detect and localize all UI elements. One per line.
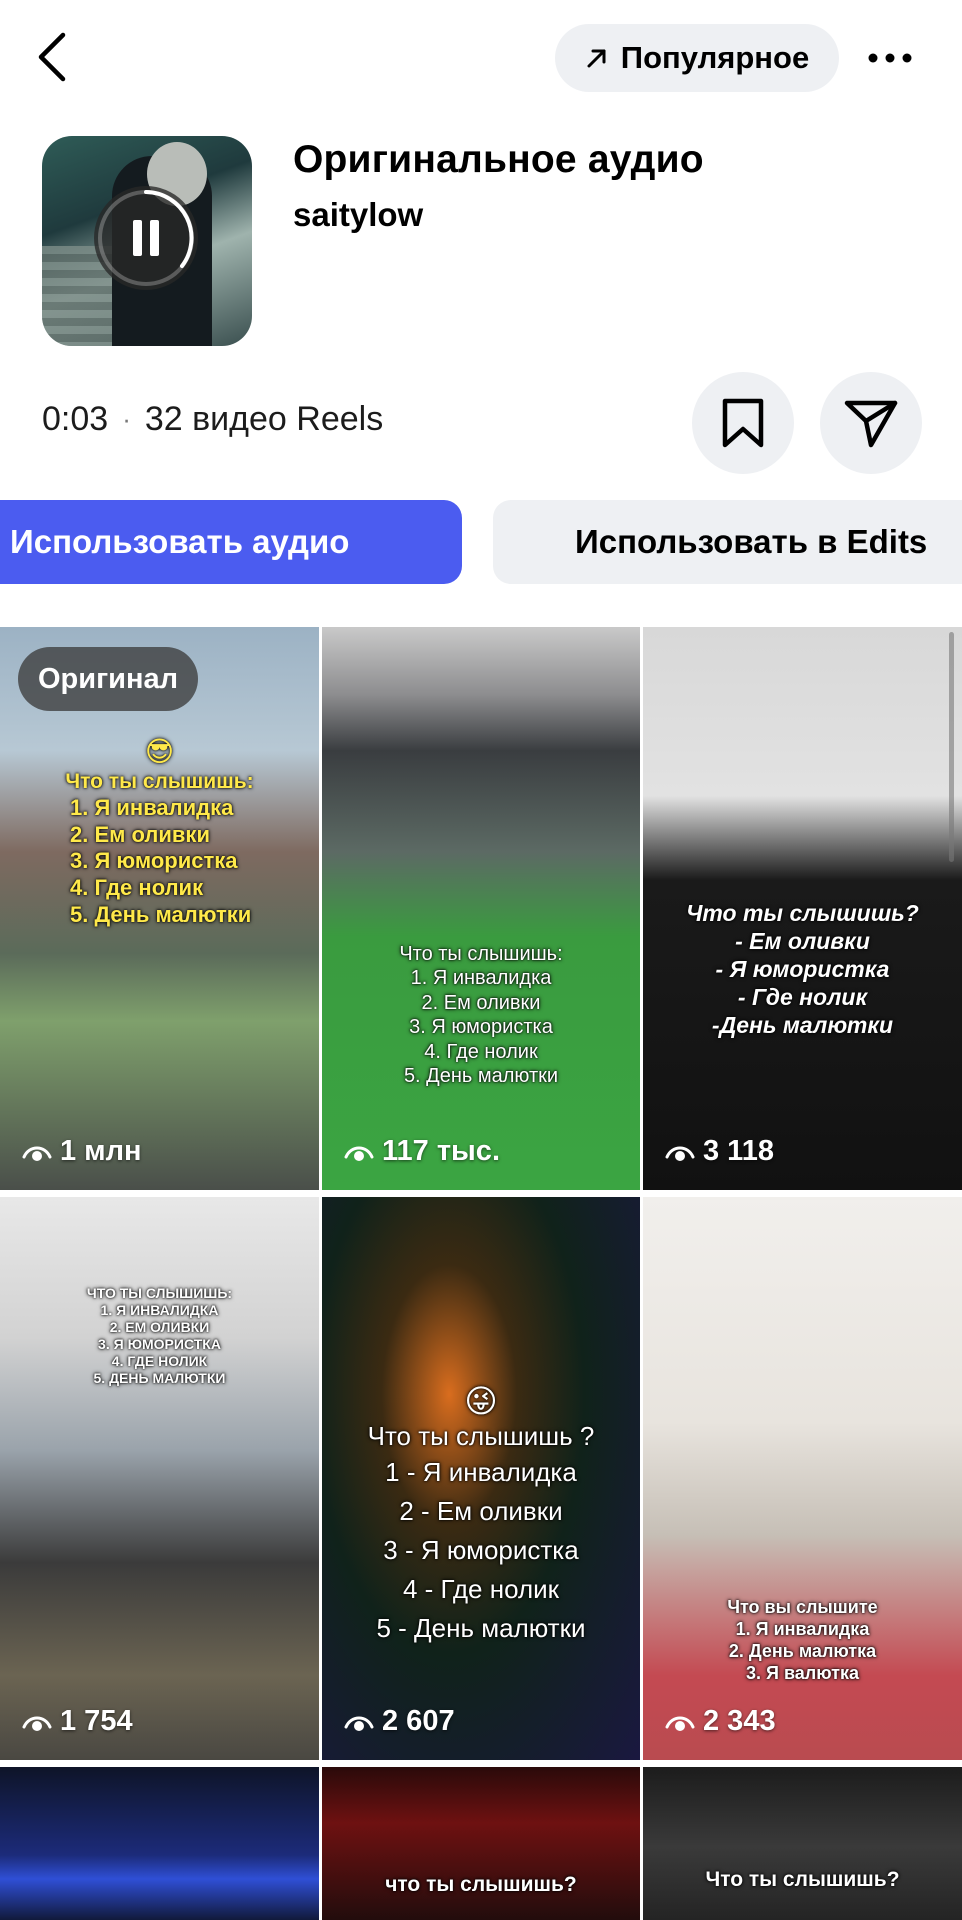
caption-line: 2. Ем оливки (70, 821, 210, 847)
audio-title: Оригинальное аудио (293, 138, 704, 181)
reel-tile[interactable]: Что ты слышишь: 1. Я инвалидка 2. Ем оли… (322, 627, 640, 1190)
caption-line: что ты слышишь? (385, 1873, 577, 1896)
reel-tile[interactable]: Что ты слышишь? (643, 1767, 962, 1920)
caption-line: 1. Я ИНВАЛИДКА (100, 1302, 219, 1319)
caption-line: - Где нолик (737, 984, 868, 1011)
view-count-label: 1 млн (60, 1135, 142, 1167)
caption-line: 5. День малютки (70, 902, 252, 928)
reel-caption: 😜 Что ты слышишь ? 1 - Я инвалидка 2 - Е… (322, 1382, 640, 1648)
save-audio-button[interactable] (692, 372, 794, 474)
caption-line: 3. Я юмористка (409, 1016, 553, 1039)
caption-line: 3. Я юмористка (70, 848, 238, 874)
reel-tile[interactable]: ЧТО ТЫ СЛЫШИШЬ: 1. Я ИНВАЛИДКА 2. ЕМ ОЛИ… (0, 1197, 319, 1760)
caption-line: 4. ГДЕ НОЛИК (111, 1353, 208, 1370)
view-count: 2 343 (665, 1705, 776, 1738)
caption-line: Что ты слышишь ? (367, 1421, 595, 1452)
audio-meta: 0:03 · 32 видео Reels (42, 400, 383, 439)
chevron-left-icon (38, 32, 66, 82)
arrow-up-right-icon (587, 49, 606, 68)
progress-ring (98, 190, 194, 286)
reel-caption: Что ты слышишь? (643, 1867, 962, 1893)
caption-line: 4 - Где нолик (402, 1573, 560, 1604)
caption-line: 1. Я инвалидка (410, 967, 552, 990)
caption-emoji: 😎 (144, 736, 175, 767)
caption-line: 3. Я валютка (746, 1662, 859, 1683)
caption-line: - Ем оливки (735, 928, 870, 955)
caption-line: 5. День малютки (403, 1064, 559, 1087)
eye-icon (344, 1716, 374, 1731)
reel-caption: 😎 Что ты слышишь: 1. Я инвалидка 2. Ем о… (0, 735, 319, 929)
view-count: 3 118 (665, 1135, 774, 1168)
eye-icon (22, 1716, 52, 1731)
scrollbar[interactable] (949, 632, 954, 862)
share-audio-button[interactable] (820, 372, 922, 474)
caption-line: 5 - День малютки (376, 1612, 586, 1643)
reel-caption: ЧТО ТЫ СЛЫШИШЬ: 1. Я ИНВАЛИДКА 2. ЕМ ОЛИ… (0, 1285, 319, 1387)
caption-line: Что вы слышите (727, 1597, 878, 1617)
view-count: 117 тыс. (344, 1135, 500, 1168)
view-count: 1 754 (22, 1705, 133, 1738)
caption-line: 4. Где нолик (70, 875, 204, 901)
bookmark-icon (722, 398, 764, 448)
caption-line: -День малютки (711, 1012, 894, 1039)
ellipsis-icon (868, 53, 912, 63)
view-count-label: 2 607 (382, 1705, 455, 1737)
reel-tile[interactable] (0, 1767, 319, 1920)
reel-caption: Что ты слышишь: 1. Я инвалидка 2. Ем оли… (322, 942, 640, 1088)
caption-line: 3. Я ЮМОРИСТКА (98, 1336, 221, 1353)
reel-tile[interactable]: Оригинал 😎 Что ты слышишь: 1. Я инвалидк… (0, 627, 319, 1190)
caption-line: 4. Где нолик (424, 1040, 538, 1063)
reel-caption: Что вы слышите 1. Я инвалидка 2. День ма… (643, 1597, 962, 1685)
original-badge: Оригинал (18, 647, 199, 711)
view-count-label: 117 тыс. (382, 1135, 500, 1167)
caption-line: ЧТО ТЫ СЛЫШИШЬ: (86, 1285, 233, 1301)
caption-line: 1 - Я инвалидка (385, 1456, 577, 1487)
view-count-label: 3 118 (703, 1135, 774, 1167)
more-options-button[interactable] (860, 30, 920, 86)
caption-emoji: 😜 (464, 1383, 498, 1419)
view-count: 1 млн (22, 1135, 142, 1168)
caption-line: - Я юмористка (715, 956, 890, 983)
view-count-label: 2 343 (703, 1705, 776, 1737)
send-icon (844, 400, 898, 448)
caption-line: 2 - Ем оливки (399, 1495, 563, 1526)
eye-icon (344, 1146, 374, 1161)
pause-button[interactable] (94, 186, 198, 290)
caption-line: Что ты слышишь: (65, 770, 254, 794)
caption-line: Что ты слышишь: (399, 943, 563, 965)
eye-icon (665, 1716, 695, 1731)
popular-button[interactable]: Популярное (555, 24, 839, 92)
reels-count: 32 видео Reels (144, 400, 384, 438)
caption-line: 2. День малютка (728, 1640, 877, 1661)
top-bar: Популярное (0, 0, 962, 120)
caption-line: 1. Я инвалидка (70, 794, 234, 820)
caption-line: 3 - Я юмористка (383, 1534, 579, 1565)
reel-tile[interactable]: Что ты слышишь? - Ем оливки - Я юмористк… (643, 627, 962, 1190)
popular-label: Популярное (620, 40, 810, 75)
meta-separator: · (122, 404, 131, 434)
caption-line: 1. Я инвалидка (735, 1618, 870, 1639)
audio-duration: 0:03 (42, 400, 109, 438)
reel-caption: что ты слышишь? (322, 1872, 640, 1898)
view-count-label: 1 754 (60, 1705, 133, 1737)
caption-line: Что ты слышишь? (705, 1868, 900, 1891)
caption-line: Что ты слышишь? (686, 900, 919, 926)
audio-author[interactable]: saitylow (293, 196, 423, 234)
use-audio-button[interactable]: Использовать аудио (0, 500, 462, 584)
back-button[interactable] (30, 28, 74, 86)
caption-line: 5. ДЕНЬ МАЛЮТКИ (93, 1370, 226, 1387)
reel-caption: Что ты слышишь? - Ем оливки - Я юмористк… (643, 899, 962, 1039)
caption-line: 2. Ем оливки (421, 991, 541, 1014)
eye-icon (665, 1146, 695, 1161)
view-count: 2 607 (344, 1705, 455, 1738)
reel-tile[interactable]: 😜 Что ты слышишь ? 1 - Я инвалидка 2 - Е… (322, 1197, 640, 1760)
use-in-edits-button[interactable]: Использовать в Edits (493, 500, 962, 584)
eye-icon (22, 1146, 52, 1161)
reel-tile[interactable]: что ты слышишь? (322, 1767, 640, 1920)
caption-line: 2. ЕМ ОЛИВКИ (109, 1319, 210, 1336)
reel-tile[interactable]: Что вы слышите 1. Я инвалидка 2. День ма… (643, 1197, 962, 1760)
